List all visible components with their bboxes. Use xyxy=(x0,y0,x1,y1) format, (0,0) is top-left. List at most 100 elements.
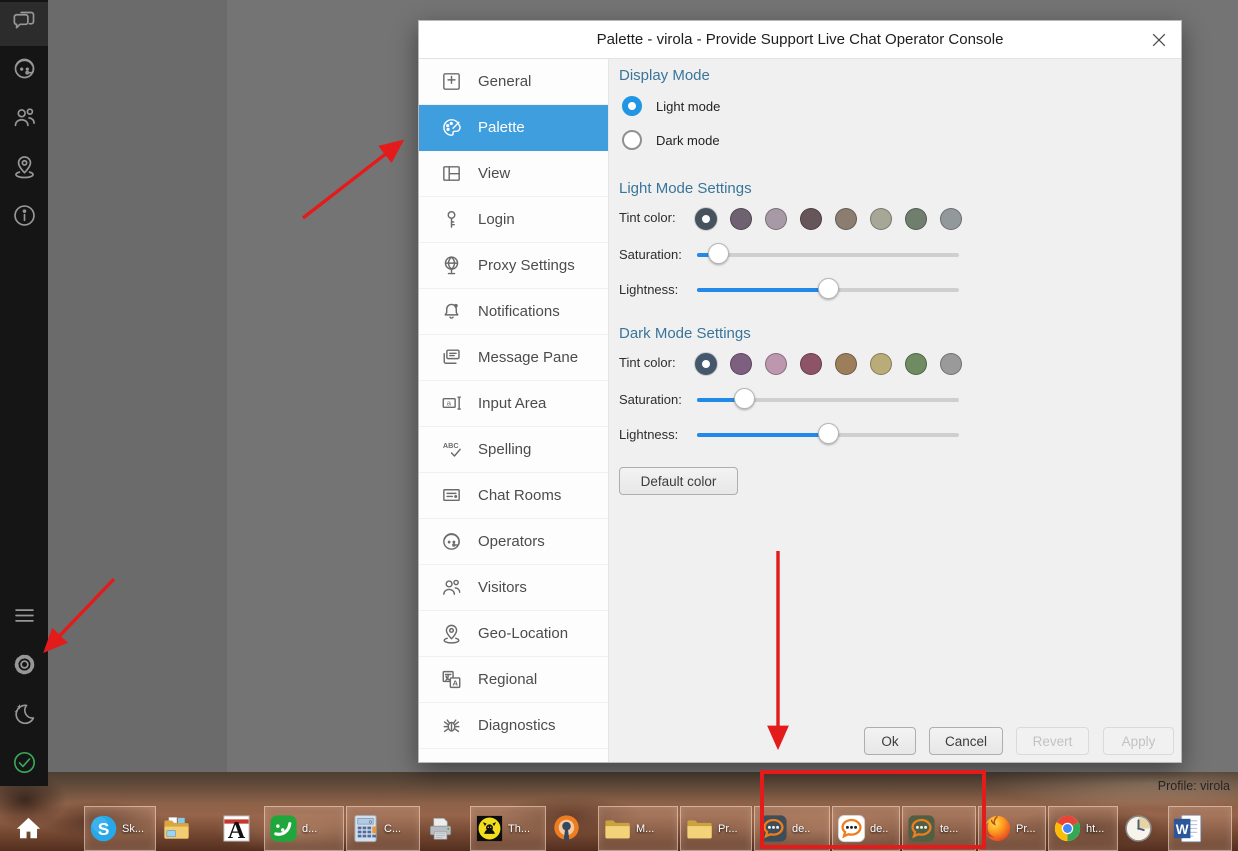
nav-item-input-area[interactable]: aInput Area xyxy=(419,381,608,427)
diagnostics-icon xyxy=(440,714,463,737)
taskbar-item-folder-pr[interactable]: Pr... xyxy=(680,806,752,851)
ok-button[interactable]: Ok xyxy=(864,727,916,755)
light-tint-swatch-4[interactable] xyxy=(800,208,822,230)
svg-text:A: A xyxy=(228,817,246,844)
radio-option-label: Light mode xyxy=(656,99,720,114)
nav-item-label: Diagnostics xyxy=(478,717,556,734)
light-tint-swatch-3[interactable] xyxy=(765,208,787,230)
font-a-icon: A xyxy=(220,809,253,849)
nav-item-visitors[interactable]: Visitors xyxy=(419,565,608,611)
nav-item-palette[interactable]: Palette xyxy=(419,105,608,151)
slider-track[interactable] xyxy=(697,253,959,257)
input-area-icon: a xyxy=(440,392,463,415)
nav-item-spelling[interactable]: ABC Spelling xyxy=(419,427,608,473)
radio-unselected-icon[interactable] xyxy=(622,130,642,150)
sidebar-item-dark-mode-toggle[interactable] xyxy=(0,694,48,738)
taskbar-item-calculator-c[interactable]: 0C... xyxy=(346,806,420,851)
spelling-icon: ABC xyxy=(440,438,463,461)
sidebar-item-operators[interactable] xyxy=(0,49,48,93)
close-icon[interactable] xyxy=(1148,29,1170,51)
nav-item-message-pane[interactable]: Message Pane xyxy=(419,335,608,381)
taskbar-item-word[interactable]: W xyxy=(1168,806,1232,851)
nav-item-notifications[interactable]: Notifications xyxy=(419,289,608,335)
home-icon xyxy=(12,809,45,849)
slider-thumb[interactable] xyxy=(818,423,839,444)
taskbar-item-green-app-d[interactable]: d... xyxy=(264,806,344,851)
taskbar-item-chrome-ht[interactable]: ht... xyxy=(1048,806,1118,851)
sidebar-item-chats[interactable] xyxy=(0,2,48,46)
taskbar-item-cat-app-th[interactable]: Th... xyxy=(470,806,546,851)
taskbar-item-chat-green-te[interactable]: te... xyxy=(902,806,976,851)
nav-item-proxy-settings[interactable]: Proxy Settings xyxy=(419,243,608,289)
light-tint-swatch-1-selected[interactable] xyxy=(695,208,717,230)
taskbar-item-folder-m[interactable]: M... xyxy=(598,806,678,851)
dark-mode-settings-heading: Dark Mode Settings xyxy=(619,325,751,342)
taskbar-item-font-a[interactable]: A xyxy=(218,806,262,851)
operator-headset-icon xyxy=(11,55,38,87)
taskbar-item-firefox-pr[interactable]: Pr... xyxy=(978,806,1046,851)
proxy-icon xyxy=(440,254,463,277)
taskbar-item-chat-dark-de[interactable]: de.. xyxy=(754,806,830,851)
dark-tint-swatch-5[interactable] xyxy=(835,353,857,375)
radio-selected-icon[interactable] xyxy=(622,96,642,116)
general-icon xyxy=(440,70,463,93)
sidebar-item-info[interactable] xyxy=(0,196,48,240)
radio-option-light-mode[interactable]: Light mode xyxy=(622,95,720,117)
dark-tint-swatch-3[interactable] xyxy=(765,353,787,375)
dark-tint-swatch-1-selected[interactable] xyxy=(695,353,717,375)
chrome-icon xyxy=(1051,809,1084,849)
nav-item-chat-rooms[interactable]: Chat Rooms xyxy=(419,473,608,519)
dark-tint-swatch-4[interactable] xyxy=(800,353,822,375)
check-circle-icon xyxy=(11,749,38,781)
taskbar-item-chat-white-de[interactable]: de.. xyxy=(832,806,900,851)
slider-thumb[interactable] xyxy=(734,388,755,409)
light-tint-swatch-5[interactable] xyxy=(835,208,857,230)
light-tint-swatch-2[interactable] xyxy=(730,208,752,230)
default-color-button[interactable]: Default color xyxy=(619,467,738,495)
nav-item-label: Spelling xyxy=(478,441,531,458)
nav-item-regional[interactable]: ARegional xyxy=(419,657,608,703)
display-mode-heading: Display Mode xyxy=(619,67,710,84)
dark-tint-swatch-6[interactable] xyxy=(870,353,892,375)
light-tint-swatch-7[interactable] xyxy=(905,208,927,230)
screen: Profile: virola SSk...Ad...0C...Th...M..… xyxy=(0,0,1238,851)
view-icon xyxy=(440,162,463,185)
dark-tint-swatch-8[interactable] xyxy=(940,353,962,375)
slider-label: Lightness: xyxy=(619,282,678,297)
taskbar-item-folder-manager[interactable] xyxy=(158,806,216,851)
taskbar-item-skype-sk[interactable]: SSk... xyxy=(84,806,156,851)
slider-fill xyxy=(697,288,828,292)
nav-item-geo-location[interactable]: Geo-Location xyxy=(419,611,608,657)
sidebar-item-geo-location[interactable] xyxy=(0,147,48,191)
taskbar-item-home[interactable] xyxy=(10,806,82,851)
svg-text:ABC: ABC xyxy=(443,441,459,450)
slider-thumb[interactable] xyxy=(818,278,839,299)
light-tint-swatch-8[interactable] xyxy=(940,208,962,230)
nav-item-operators[interactable]: Operators xyxy=(419,519,608,565)
taskbar-item-printer[interactable] xyxy=(422,806,468,851)
taskbar-item-clock[interactable] xyxy=(1120,806,1166,851)
sidebar-item-visitors[interactable] xyxy=(0,98,48,142)
sidebar-item-status-online[interactable] xyxy=(0,743,48,787)
nav-item-login[interactable]: Login xyxy=(419,197,608,243)
sidebar-item-settings[interactable] xyxy=(0,645,48,689)
dark-tint-swatch-7[interactable] xyxy=(905,353,927,375)
radio-option-dark-mode[interactable]: Dark mode xyxy=(622,129,720,151)
nav-item-general[interactable]: General xyxy=(419,59,608,105)
settings-dialog: Palette - virola - Provide Support Live … xyxy=(418,20,1182,763)
taskbar-item-label: Pr... xyxy=(1016,823,1036,835)
nav-item-diagnostics[interactable]: Diagnostics xyxy=(419,703,608,749)
light-tint-swatch-6[interactable] xyxy=(870,208,892,230)
regional-icon: A xyxy=(440,668,463,691)
dimmed-app-panel-left xyxy=(48,0,227,772)
dark-tint-swatch-2[interactable] xyxy=(730,353,752,375)
dark-saturation-row: Saturation: xyxy=(609,388,1175,412)
nav-item-view[interactable]: View xyxy=(419,151,608,197)
taskbar-item-label: de.. xyxy=(870,823,888,835)
taskbar-item-openvpn[interactable] xyxy=(548,806,596,851)
cancel-button[interactable]: Cancel xyxy=(929,727,1003,755)
nav-item-label: Visitors xyxy=(478,579,527,596)
slider-thumb[interactable] xyxy=(708,243,729,264)
sidebar-item-menu[interactable] xyxy=(0,596,48,640)
printer-icon xyxy=(424,809,457,849)
